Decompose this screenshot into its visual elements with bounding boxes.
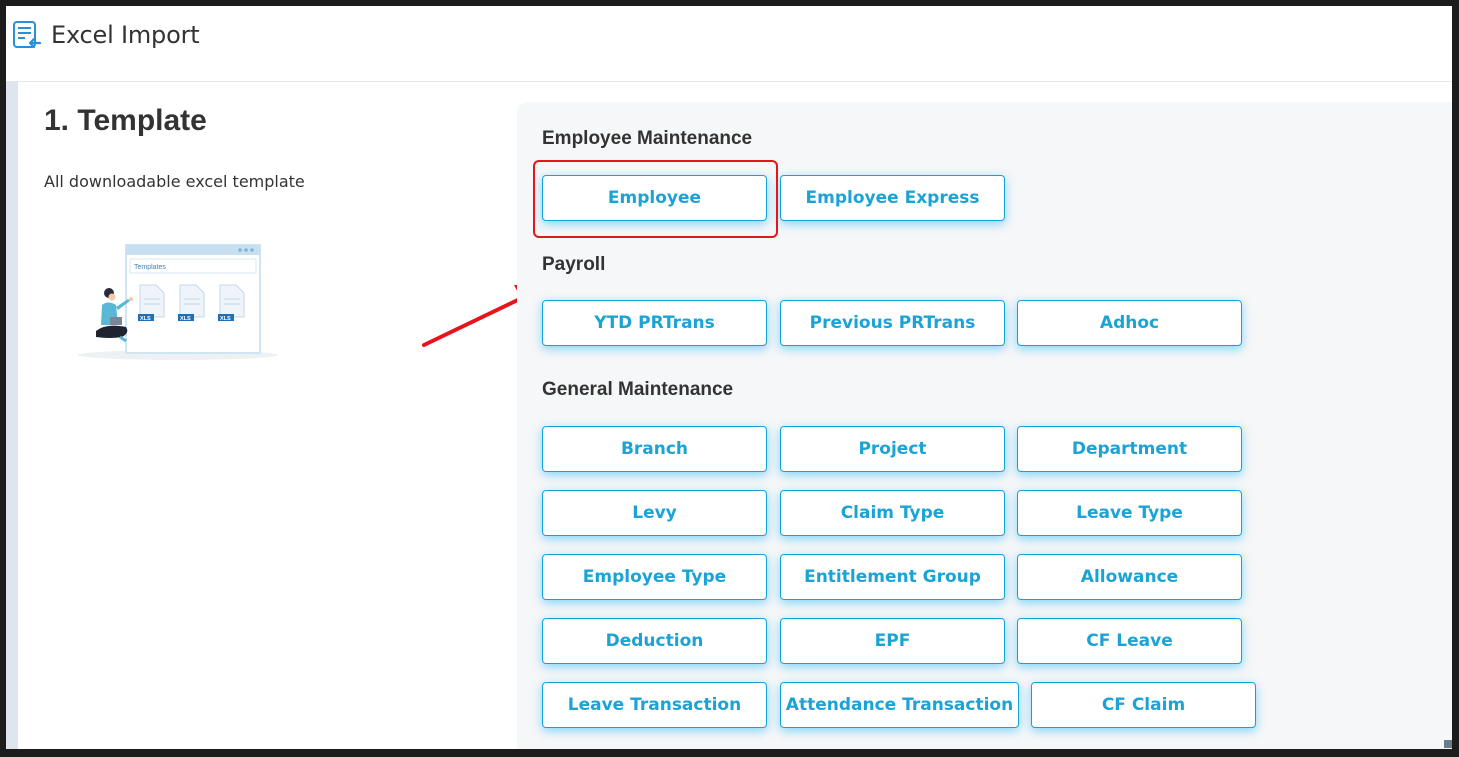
attendance-transaction-button[interactable]: Attendance Transaction: [780, 682, 1019, 728]
employee-express-button[interactable]: Employee Express: [780, 175, 1005, 221]
app-window: Excel Import 1. Template All downloadabl…: [6, 6, 1452, 749]
employee-button[interactable]: Employee: [542, 175, 767, 221]
group-title-employee-maintenance: Employee Maintenance: [542, 128, 753, 149]
xls-file-icon-1: XLS: [138, 284, 165, 322]
section-title: 1. Template: [44, 104, 207, 137]
leave-transaction-button[interactable]: Leave Transaction: [542, 682, 767, 728]
employee-type-button[interactable]: Employee Type: [542, 554, 767, 600]
main-content: 1. Template All downloadable excel templ…: [18, 82, 1452, 749]
cf-claim-button[interactable]: CF Claim: [1031, 682, 1256, 728]
xls-label-1: XLS: [140, 316, 151, 322]
epf-button[interactable]: EPF: [780, 618, 1005, 664]
template-panel: Employee Maintenance Employee Employee E…: [517, 102, 1452, 749]
xls-file-icon-2: XLS: [178, 284, 205, 322]
page-title: Excel Import: [51, 21, 200, 49]
section-description: All downloadable excel template: [44, 172, 305, 191]
previous-prtrans-button[interactable]: Previous PRTrans: [780, 300, 1005, 346]
leave-type-button[interactable]: Leave Type: [1017, 490, 1242, 536]
templates-illustration: Templates XLS XLS XLS: [78, 244, 278, 360]
xls-file-icon-3: XLS: [218, 284, 245, 322]
xls-label-2: XLS: [180, 316, 191, 322]
cf-leave-button[interactable]: CF Leave: [1017, 618, 1242, 664]
department-button[interactable]: Department: [1017, 426, 1242, 472]
branch-button[interactable]: Branch: [542, 426, 767, 472]
xls-label-3: XLS: [220, 316, 231, 322]
illustration-heading: Templates: [134, 264, 166, 271]
deduction-button[interactable]: Deduction: [542, 618, 767, 664]
entitlement-group-button[interactable]: Entitlement Group: [780, 554, 1005, 600]
adhoc-button[interactable]: Adhoc: [1017, 300, 1242, 346]
claim-type-button[interactable]: Claim Type: [780, 490, 1005, 536]
scrollbar-corner: [1444, 740, 1452, 748]
excel-import-icon: [13, 21, 42, 49]
levy-button[interactable]: Levy: [542, 490, 767, 536]
group-title-payroll: Payroll: [542, 254, 606, 275]
group-title-general-maintenance: General Maintenance: [542, 379, 734, 400]
page-header: Excel Import: [6, 6, 1452, 82]
project-button[interactable]: Project: [780, 426, 1005, 472]
allowance-button[interactable]: Allowance: [1017, 554, 1242, 600]
ytd-prtrans-button[interactable]: YTD PRTrans: [542, 300, 767, 346]
sidebar-strip: [6, 82, 18, 749]
